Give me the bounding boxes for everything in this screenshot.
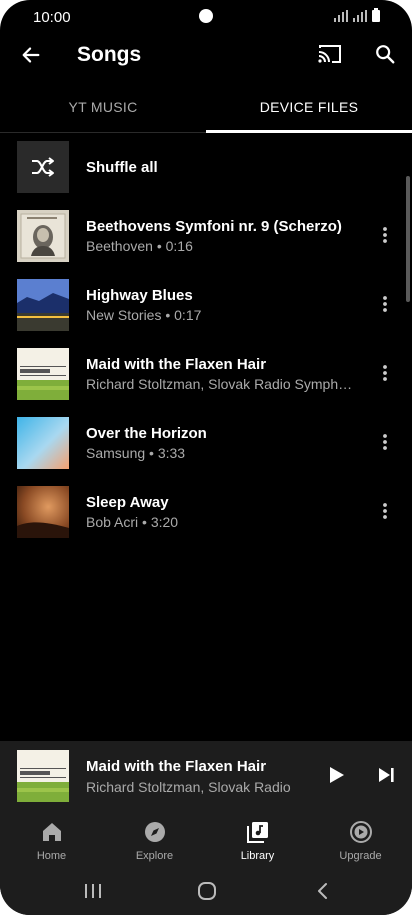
- shuffle-icon: [32, 157, 54, 177]
- song-title: Over the Horizon: [86, 425, 207, 442]
- cast-icon[interactable]: [317, 43, 343, 65]
- song-subtitle: Samsung • 3:33: [86, 445, 186, 461]
- now-playing-title: Maid with the Flaxen Hair: [86, 758, 267, 775]
- song-subtitle: Richard Stoltzman, Slovak Radio Symph…: [86, 376, 353, 392]
- list-item[interactable]: Beethovens Symfoni nr. 9 (Scherzo) Beeth…: [17, 210, 397, 262]
- nav-upgrade[interactable]: Upgrade: [309, 820, 412, 862]
- album-art: [17, 279, 69, 331]
- app-bar: Songs: [0, 36, 412, 76]
- nav-explore[interactable]: Explore: [103, 820, 206, 862]
- system-back-icon[interactable]: [314, 881, 332, 901]
- album-art: [17, 417, 69, 469]
- status-bar: 10:00: [0, 0, 412, 36]
- list-item[interactable]: Sleep Away Bob Acri • 3:20: [17, 486, 397, 538]
- nav-explore-label: Explore: [135, 850, 174, 862]
- phone-screen: 10:00 Songs YT MUSIC DEVICE FILES Shuffl…: [0, 0, 412, 915]
- nav-library[interactable]: Library: [206, 820, 309, 862]
- song-title: Sleep Away: [86, 494, 169, 511]
- nav-home-label: Home: [36, 850, 67, 862]
- battery-icon: [372, 8, 380, 22]
- skip-next-icon[interactable]: [375, 764, 397, 786]
- list-item[interactable]: Maid with the Flaxen Hair Richard Stoltz…: [17, 348, 397, 400]
- album-art: [17, 348, 69, 400]
- page-title: Songs: [77, 43, 142, 66]
- back-arrow-icon[interactable]: [20, 44, 42, 66]
- album-art: [17, 750, 69, 802]
- album-art: [17, 486, 69, 538]
- song-title: Beethovens Symfoni nr. 9 (Scherzo): [86, 218, 342, 235]
- play-icon[interactable]: [325, 764, 347, 786]
- bottom-navigation: Home Explore Library Upgrade: [0, 810, 412, 873]
- song-title: Highway Blues: [86, 287, 193, 304]
- more-options-icon[interactable]: [375, 224, 395, 246]
- scrollbar[interactable]: [406, 176, 410, 302]
- home-icon: [42, 823, 61, 841]
- tab-device-files[interactable]: DEVICE FILES: [206, 86, 412, 133]
- shuffle-icon-box: [17, 141, 69, 193]
- home-button-icon[interactable]: [197, 881, 217, 901]
- song-subtitle: Bob Acri • 3:20: [86, 514, 179, 530]
- list-item[interactable]: Highway Blues New Stories • 0:17: [17, 279, 397, 331]
- front-camera: [199, 9, 213, 23]
- nav-upgrade-label: Upgrade: [339, 850, 382, 862]
- song-subtitle: Beethoven • 0:16: [86, 238, 193, 254]
- list-item[interactable]: Over the Horizon Samsung • 3:33: [17, 417, 397, 469]
- nav-home[interactable]: Home: [0, 820, 103, 862]
- mini-player[interactable]: Maid with the Flaxen Hair Richard Stoltz…: [0, 741, 412, 810]
- more-options-icon[interactable]: [375, 500, 395, 522]
- tab-yt-music[interactable]: YT MUSIC: [0, 86, 206, 133]
- tab-bar: YT MUSIC DEVICE FILES: [0, 86, 412, 133]
- status-time: 10:00: [33, 9, 71, 26]
- now-playing-artist: Richard Stoltzman, Slovak Radio: [86, 779, 291, 795]
- signal-icon: [353, 10, 367, 22]
- wifi-icon: [334, 10, 348, 22]
- library-icon: [246, 822, 268, 843]
- more-options-icon[interactable]: [375, 362, 395, 384]
- upgrade-icon: [349, 821, 372, 843]
- song-subtitle: New Stories • 0:17: [86, 307, 202, 323]
- song-title: Maid with the Flaxen Hair: [86, 356, 267, 373]
- more-options-icon[interactable]: [375, 293, 395, 315]
- recent-apps-icon[interactable]: [83, 881, 103, 901]
- system-navigation-bar: [0, 873, 412, 915]
- status-icons: [334, 8, 380, 22]
- nav-library-label: Library: [240, 850, 275, 862]
- more-options-icon[interactable]: [375, 431, 395, 453]
- compass-icon: [144, 822, 165, 842]
- search-icon[interactable]: [374, 43, 396, 65]
- shuffle-all-label: Shuffle all: [86, 159, 158, 176]
- album-art: [17, 210, 69, 262]
- shuffle-all-row[interactable]: Shuffle all: [17, 141, 397, 193]
